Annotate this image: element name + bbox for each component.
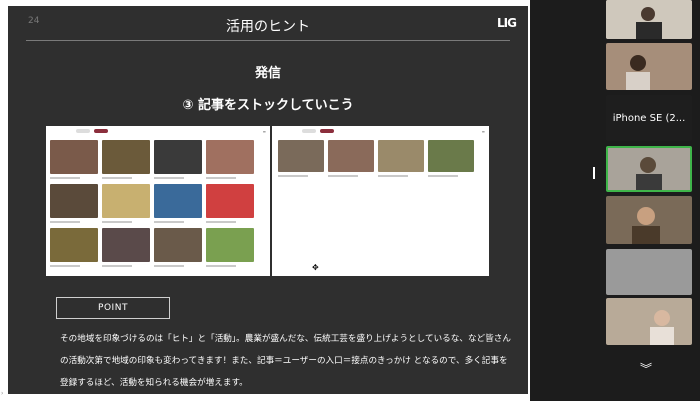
participant-tile-active-speaker[interactable] bbox=[606, 146, 692, 192]
article-thumbnail bbox=[378, 140, 424, 172]
participant-video bbox=[606, 196, 692, 244]
article-thumbnail bbox=[50, 140, 98, 174]
article-caption bbox=[102, 221, 132, 223]
article-caption bbox=[428, 175, 458, 177]
article-caption bbox=[154, 265, 184, 267]
participant-video bbox=[606, 298, 692, 345]
participant-video bbox=[606, 43, 692, 90]
slide-body-text: その地域を印象づけるのは「ヒト」と「活動」。農業が盛んだな、伝統工芸を盛り上げよ… bbox=[60, 334, 511, 388]
article-caption bbox=[154, 177, 184, 179]
slide-heading: ③ 記事をストックしていこう bbox=[182, 98, 354, 113]
article-thumbnail bbox=[206, 140, 254, 174]
article-caption bbox=[278, 175, 308, 177]
article-caption bbox=[206, 221, 236, 223]
article-thumbnail bbox=[102, 228, 150, 262]
video-call-window: 24 活用のヒント LIG 発信 ③ 記事をストックしていこう ≡ ≡ POIN… bbox=[0, 0, 700, 401]
panel-action-icon: ≡ bbox=[481, 129, 485, 134]
slide-title: 活用のヒント bbox=[226, 19, 310, 35]
article-caption bbox=[328, 175, 358, 177]
tab-pill-active bbox=[94, 129, 108, 133]
article-caption bbox=[50, 221, 80, 223]
article-thumbnail bbox=[154, 140, 202, 174]
article-caption bbox=[50, 265, 80, 267]
tab-pill bbox=[302, 129, 316, 133]
article-list-screenshot: ≡ bbox=[46, 126, 270, 276]
participant-tile[interactable] bbox=[606, 43, 692, 90]
panel-action-icon: ≡ bbox=[262, 129, 266, 134]
chevron-down-icon[interactable]: ︾ bbox=[640, 360, 652, 377]
article-caption bbox=[206, 265, 236, 267]
article-caption bbox=[102, 177, 132, 179]
article-list-screenshot-2: ≡ bbox=[272, 126, 489, 276]
article-caption bbox=[102, 265, 132, 267]
title-divider bbox=[26, 40, 510, 41]
participant-tile[interactable] bbox=[606, 298, 692, 345]
article-caption bbox=[154, 221, 184, 223]
lig-logo: LIG bbox=[497, 16, 517, 30]
participant-video bbox=[606, 0, 692, 39]
chevron-left-icon[interactable]: › bbox=[1, 390, 3, 397]
article-thumbnail bbox=[50, 184, 98, 218]
article-caption bbox=[206, 177, 236, 179]
tab-pill bbox=[76, 129, 90, 133]
article-thumbnail bbox=[278, 140, 324, 172]
participant-tile[interactable]: iPhone SE (2... bbox=[606, 95, 692, 141]
participant-tile[interactable] bbox=[606, 249, 692, 295]
slide-subtitle: 発信 bbox=[254, 66, 281, 81]
move-cursor-icon: ✥ bbox=[312, 263, 319, 272]
article-thumbnail bbox=[428, 140, 474, 172]
article-thumbnail bbox=[50, 228, 98, 262]
article-thumbnail bbox=[154, 184, 202, 218]
participant-tile[interactable] bbox=[606, 196, 692, 244]
article-thumbnail bbox=[154, 228, 202, 262]
participant-video bbox=[608, 148, 690, 190]
participant-name: iPhone SE (2... bbox=[612, 112, 686, 124]
article-caption bbox=[50, 177, 80, 179]
shared-slide: 24 活用のヒント LIG 発信 ③ 記事をストックしていこう ≡ ≡ POIN… bbox=[8, 6, 528, 394]
participant-tile[interactable] bbox=[606, 0, 692, 39]
text-cursor bbox=[593, 167, 595, 179]
tab-pill-active bbox=[320, 129, 334, 133]
article-thumbnail bbox=[328, 140, 374, 172]
article-thumbnail bbox=[206, 228, 254, 262]
article-thumbnail bbox=[102, 140, 150, 174]
article-thumbnail bbox=[206, 184, 254, 218]
article-thumbnail bbox=[102, 184, 150, 218]
article-caption bbox=[378, 175, 408, 177]
point-label: POINT bbox=[56, 297, 170, 319]
